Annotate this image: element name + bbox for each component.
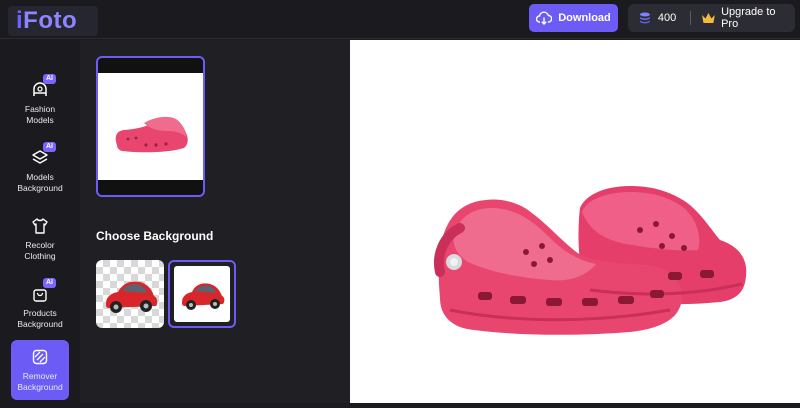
shoe-thumbnail-image xyxy=(115,116,188,153)
ai-badge: AI xyxy=(43,278,56,288)
choose-background-title: Choose Background xyxy=(96,229,214,243)
tool-sidebar: AI Fashion Models AI Models Background Rec… xyxy=(0,40,80,403)
sidebar-item-label: Models Background xyxy=(17,172,63,193)
sidebar-item-products-background[interactable]: AI Products Background xyxy=(11,277,69,337)
crown-icon xyxy=(702,13,716,23)
cloud-download-icon xyxy=(536,11,553,25)
sidebar-item-label: Fashion Models xyxy=(24,104,56,125)
layers-icon: AI xyxy=(30,142,56,168)
sidebar-item-fashion-models[interactable]: AI Fashion Models xyxy=(11,73,69,133)
eraser-icon xyxy=(30,347,50,367)
upgrade-button[interactable]: Upgrade to Pro xyxy=(701,6,795,30)
pink-clogs-image xyxy=(434,186,747,335)
divider xyxy=(690,11,692,25)
shopping-bag-icon: AI xyxy=(30,278,56,304)
white-background-option[interactable] xyxy=(168,260,236,328)
sidebar-item-label: Recolor Clothing xyxy=(24,240,56,261)
options-panel: Choose Background xyxy=(80,40,350,403)
download-label: Download xyxy=(558,12,611,24)
white-background-swatch xyxy=(174,266,230,322)
sidebar-item-label: Products Background xyxy=(17,308,63,329)
sidebar-item-remover-background[interactable]: Remover Background xyxy=(11,340,69,400)
ifoto-logo[interactable]: iFoto xyxy=(8,6,98,36)
tshirt-icon xyxy=(30,216,50,236)
sidebar-item-label: Remover Background xyxy=(17,371,63,392)
credits-count: 400 xyxy=(657,12,677,24)
fashion-model-icon: AI xyxy=(30,74,56,100)
ai-badge: AI xyxy=(43,74,56,84)
sidebar-item-models-background[interactable]: AI Models Background xyxy=(11,141,69,201)
download-button[interactable]: Download xyxy=(529,4,618,32)
uploaded-image-thumbnail[interactable] xyxy=(96,56,205,197)
top-bar: iFoto Download 400 Upgrade to Pro xyxy=(0,0,800,39)
preview-canvas[interactable] xyxy=(350,40,800,403)
coins-icon xyxy=(639,12,650,24)
ai-badge: AI xyxy=(43,142,56,152)
credits-upgrade-box: 400 Upgrade to Pro xyxy=(628,4,795,32)
upgrade-label: Upgrade to Pro xyxy=(721,6,776,30)
red-car-image xyxy=(182,283,225,310)
transparent-background-option[interactable] xyxy=(96,260,164,328)
thumbnail-canvas xyxy=(98,73,203,180)
red-car-image xyxy=(106,281,158,313)
sidebar-item-recolor-clothing[interactable]: Recolor Clothing xyxy=(11,209,69,269)
